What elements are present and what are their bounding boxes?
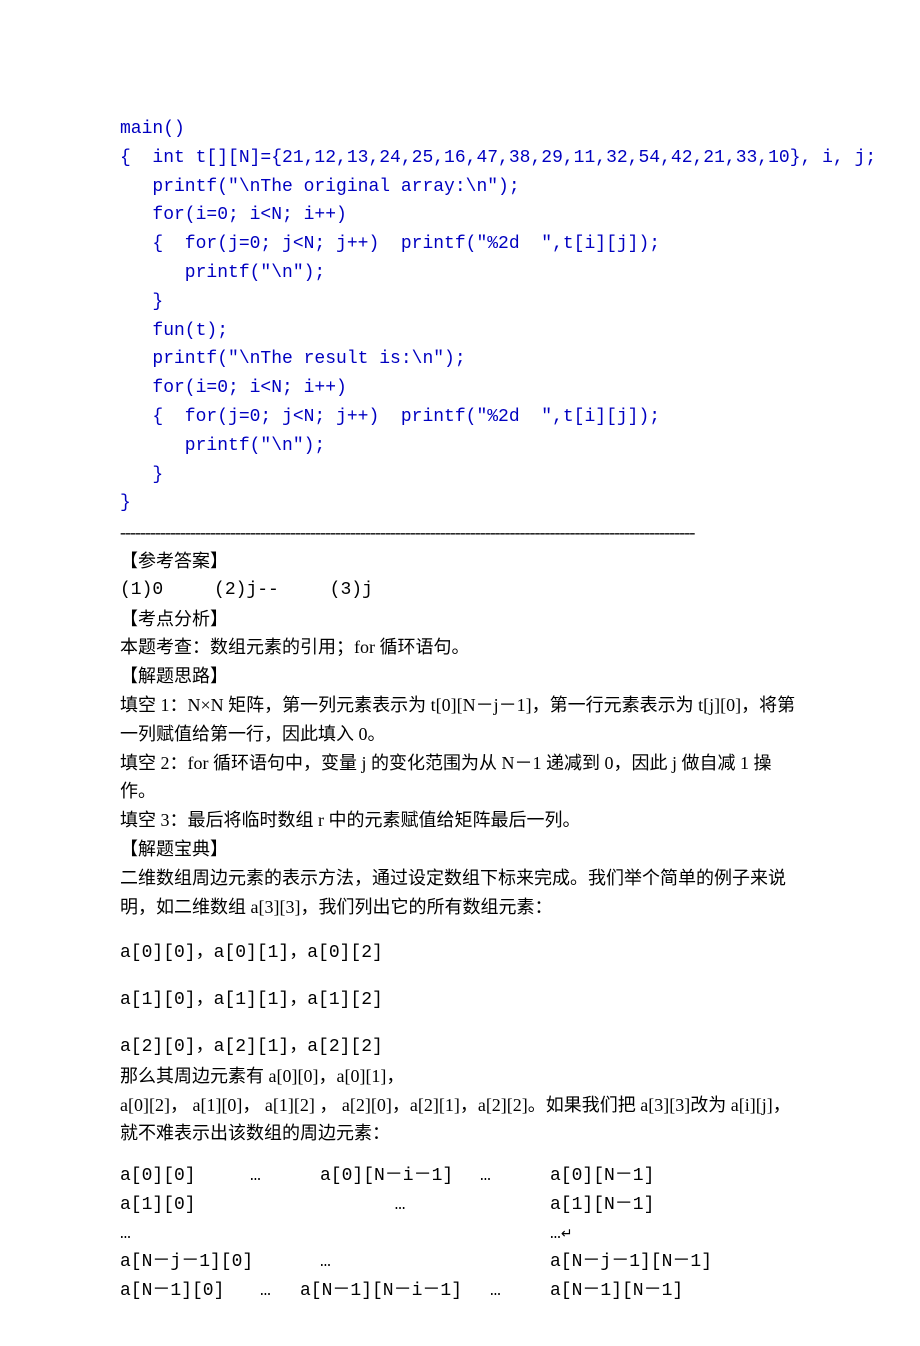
matrix-row-3: a[N－j－1][0] … a[N－j－1][N－1] [120, 1248, 800, 1277]
array-row-1: a[1][0]，a[1][1]，a[1][2] [120, 986, 800, 1015]
matrix-cell [480, 1220, 550, 1249]
matrix-cell [250, 1191, 320, 1220]
blank-2-explanation: 填空 2：for 循环语句中，变量 j 的变化范围为从 N－1 递减到 0，因此… [120, 749, 800, 807]
document-page: main() { int t[][N]={21,12,13,24,25,16,4… [0, 0, 920, 1346]
matrix-cell: … [480, 1162, 550, 1191]
matrix-cell: … [120, 1220, 250, 1249]
matrix-cell: a[0][0] [120, 1162, 250, 1191]
answer-2: (2)j-- [214, 580, 279, 600]
heading-analysis: 【考点分析】 [120, 605, 800, 634]
array-row-0: a[0][0]，a[0][1]，a[0][2] [120, 939, 800, 968]
matrix-cell: … [250, 1162, 320, 1191]
analysis-text: 本题考查：数组元素的引用；for 循环语句。 [120, 633, 800, 662]
heading-approach: 【解题思路】 [120, 662, 800, 691]
matrix-row-2: … …↵ [120, 1220, 800, 1249]
heading-reference-answer: 【参考答案】 [120, 547, 800, 576]
paragraph-perimeter-b: a[0][2]， a[1][0]， a[1][2] ， a[2][0]，a[2]… [120, 1091, 800, 1149]
blank-1-explanation: 填空 1：N×N 矩阵，第一列元素表示为 t[0][N－j－1]，第一行元素表示… [120, 691, 800, 749]
array-row-2: a[2][0]，a[2][1]，a[2][2] [120, 1033, 800, 1062]
matrix-cell: … [320, 1248, 380, 1277]
matrix-cell [380, 1248, 550, 1277]
paragraph-intro: 二维数组周边元素的表示方法，通过设定数组下标来完成。我们举个简单的例子来说明，如… [120, 864, 800, 922]
matrix-cell: … [320, 1191, 480, 1220]
matrix-layout: a[0][0] … a[0][N－i－1] … a[0][N－1] a[1][0… [120, 1162, 800, 1306]
matrix-cell-text: … [550, 1224, 561, 1244]
matrix-cell: a[1][0] [120, 1191, 250, 1220]
matrix-cell: a[0][N－1] [550, 1162, 720, 1191]
return-icon: ↵ [561, 1225, 573, 1241]
answer-3: (3)j [330, 580, 373, 600]
matrix-row-1: a[1][0] … a[1][N－1] [120, 1191, 800, 1220]
matrix-cell [250, 1220, 320, 1249]
matrix-cell: …↵ [550, 1220, 720, 1249]
matrix-cell: a[1][N－1] [550, 1191, 720, 1220]
section-divider: ----------------------------------------… [120, 518, 800, 547]
main-code-block: main() { int t[][N]={21,12,13,24,25,16,4… [120, 115, 800, 518]
answer-1: (1)0 [120, 580, 163, 600]
matrix-cell: a[N－j－1][0] [120, 1248, 320, 1277]
matrix-row-0: a[0][0] … a[0][N－i－1] … a[0][N－1] [120, 1162, 800, 1191]
paragraph-perimeter-a: 那么其周边元素有 a[0][0]，a[0][1]， [120, 1062, 800, 1091]
matrix-cell: a[N－j－1][N－1] [550, 1248, 712, 1277]
heading-treasure: 【解题宝典】 [120, 835, 800, 864]
matrix-cell: a[0][N－i－1] [320, 1162, 480, 1191]
matrix-cell [480, 1191, 550, 1220]
blank-3-explanation: 填空 3：最后将临时数组 r 中的元素赋值给矩阵最后一列。 [120, 806, 800, 835]
answer-values: (1)0 (2)j-- (3)j [120, 576, 800, 605]
matrix-cell [320, 1220, 480, 1249]
